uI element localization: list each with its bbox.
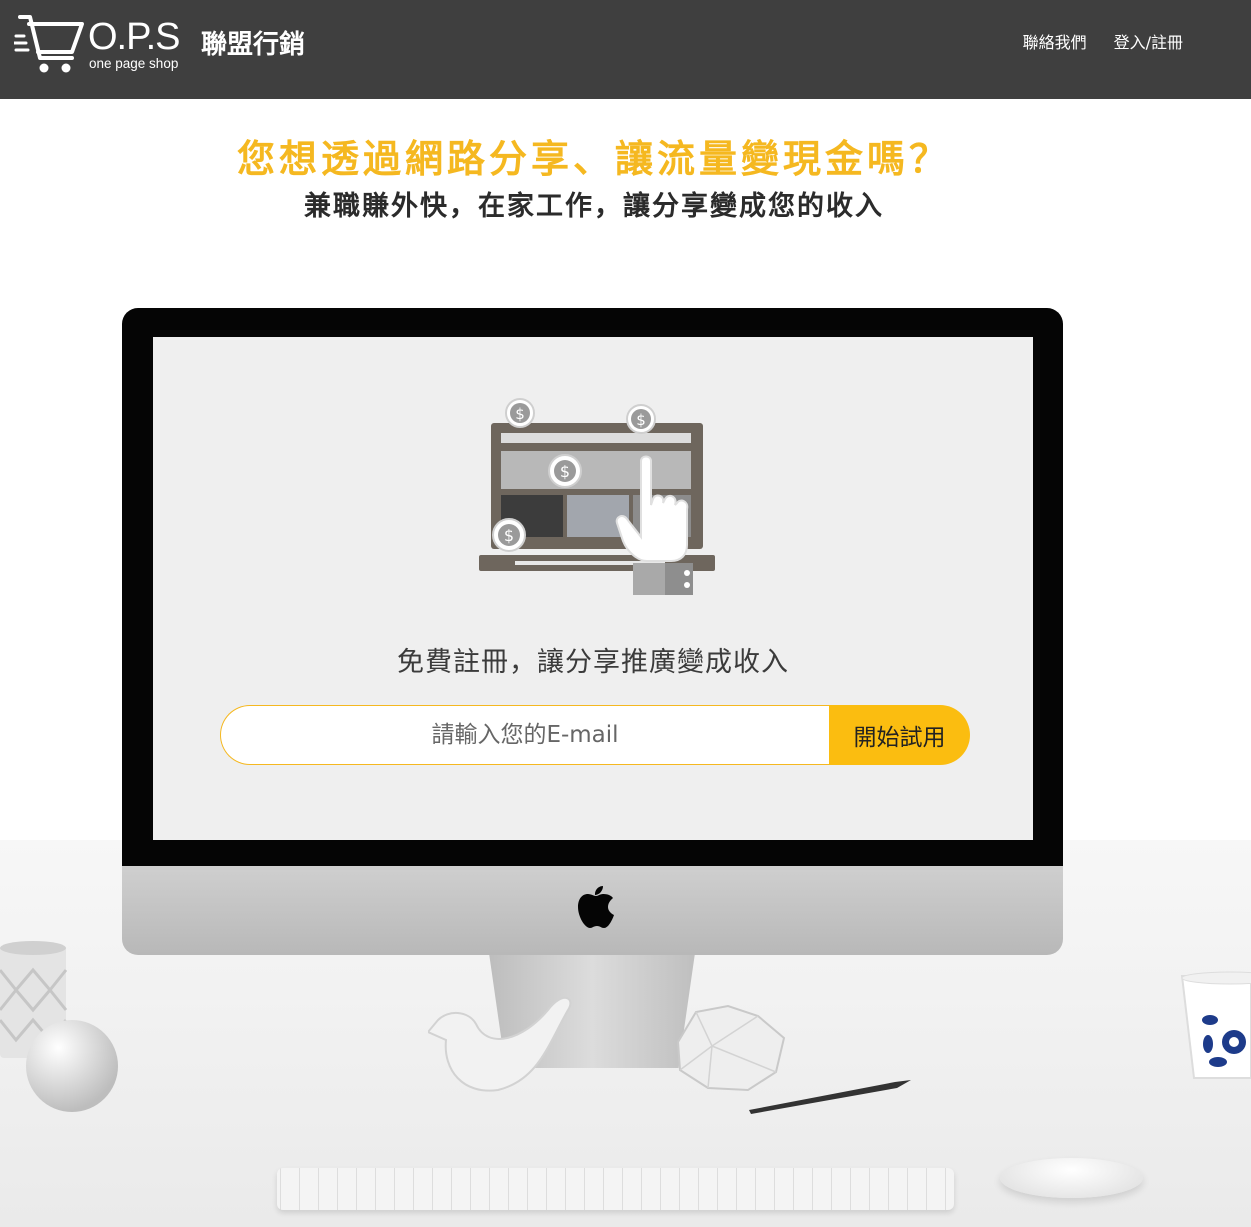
signup-prompt: 免費註冊，讓分享推廣變成收入 [397, 647, 789, 678]
hero-headline: 您想透過網路分享、讓流量變現金嗎？ [236, 137, 951, 181]
affiliate-illustration: $ $ $ $ [479, 398, 715, 595]
start-trial-button[interactable]: 開始試用 [829, 705, 970, 765]
site-logo[interactable]: O.P.S one page shop [14, 12, 184, 76]
svg-text:$: $ [560, 462, 570, 481]
apple-logo-icon [578, 886, 614, 928]
email-input[interactable] [220, 705, 829, 765]
cart-icon [14, 15, 84, 73]
bird-figurine-decoration [428, 997, 572, 1092]
signup-form: 開始試用 [220, 705, 970, 765]
dollar-coin-icon: $ [505, 398, 535, 428]
top-navbar: O.P.S one page shop 聯盟行銷 聯絡我們 登入/註冊 [0, 0, 1251, 99]
site-name[interactable]: 聯盟行銷 [201, 32, 305, 58]
sphere-decoration [26, 1020, 118, 1112]
svg-text:$: $ [515, 405, 525, 423]
nav-login-register[interactable]: 登入/註冊 [1114, 35, 1183, 51]
imac-screen: $ $ $ $ 免費註冊，讓分享推廣變成收入 請輸入您的E-mail 開始試用 [153, 337, 1033, 840]
nav-contact-us[interactable]: 聯絡我們 [1023, 35, 1087, 51]
logo-tagline: one page shop [89, 56, 179, 71]
mouse-decoration [1000, 1158, 1143, 1198]
svg-text:$: $ [504, 526, 514, 545]
logo-wordmark: O.P.S [88, 16, 180, 58]
keyboard-decoration [277, 1168, 954, 1210]
svg-text:$: $ [636, 411, 646, 429]
cup-decoration [1180, 971, 1251, 1079]
hero-desk-scene: $ $ $ $ 免費註冊，讓分享推廣變成收入 請輸入您的E-mail 開始試用 [0, 240, 1251, 1227]
pencil-decoration [749, 1080, 911, 1114]
header-nav: 聯絡我們 登入/註冊 [1023, 35, 1183, 51]
hero-subheadline: 兼職賺外快，在家工作，讓分享變成您的收入 [304, 191, 884, 222]
